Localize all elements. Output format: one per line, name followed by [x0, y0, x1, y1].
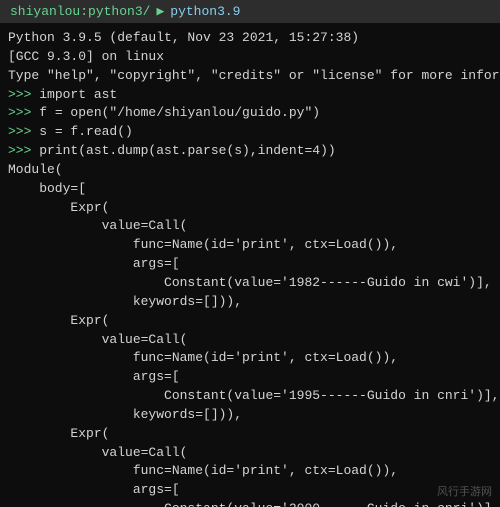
terminal-line: Type "help", "copyright", "credits" or "…: [8, 67, 492, 86]
terminal-line: Constant(value='2000------Guido in cnri'…: [8, 500, 492, 507]
terminal-line: args=[: [8, 368, 492, 387]
terminal-line: [GCC 9.3.0] on linux: [8, 48, 492, 67]
terminal-line: value=Call(: [8, 217, 492, 236]
terminal-line: Expr(: [8, 425, 492, 444]
title-bar: shiyanlou:python3/ ▶ python3.9: [0, 0, 500, 23]
terminal-line: func=Name(id='print', ctx=Load()),: [8, 236, 492, 255]
terminal-line: func=Name(id='print', ctx=Load()),: [8, 462, 492, 481]
terminal-content[interactable]: Python 3.9.5 (default, Nov 23 2021, 15:2…: [0, 23, 500, 507]
terminal-line: >>> f = open("/home/shiyanlou/guido.py"): [8, 104, 492, 123]
terminal-line: func=Name(id='print', ctx=Load()),: [8, 349, 492, 368]
terminal-line: Constant(value='1995------Guido in cnri'…: [8, 387, 492, 406]
terminal-line: body=[: [8, 180, 492, 199]
terminal-line: >>> s = f.read(): [8, 123, 492, 142]
terminal-line: value=Call(: [8, 331, 492, 350]
terminal-line: args=[: [8, 481, 492, 500]
title-user: shiyanlou:python3/: [10, 4, 150, 19]
terminal-line: value=Call(: [8, 444, 492, 463]
terminal-line: keywords=[])),: [8, 293, 492, 312]
terminal-line: keywords=[])),: [8, 406, 492, 425]
terminal-line: args=[: [8, 255, 492, 274]
terminal-window: shiyanlou:python3/ ▶ python3.9 Python 3.…: [0, 0, 500, 507]
terminal-line: >>> import ast: [8, 86, 492, 105]
terminal-line: Expr(: [8, 312, 492, 331]
terminal-line: Constant(value='1982------Guido in cwi')…: [8, 274, 492, 293]
terminal-line: Module(: [8, 161, 492, 180]
title-arrow: ▶: [156, 4, 164, 19]
terminal-line: Expr(: [8, 199, 492, 218]
watermark: 风行手游网: [437, 483, 492, 499]
terminal-line: Python 3.9.5 (default, Nov 23 2021, 15:2…: [8, 29, 492, 48]
title-command: python3.9: [170, 4, 240, 19]
terminal-line: >>> print(ast.dump(ast.parse(s),indent=4…: [8, 142, 492, 161]
